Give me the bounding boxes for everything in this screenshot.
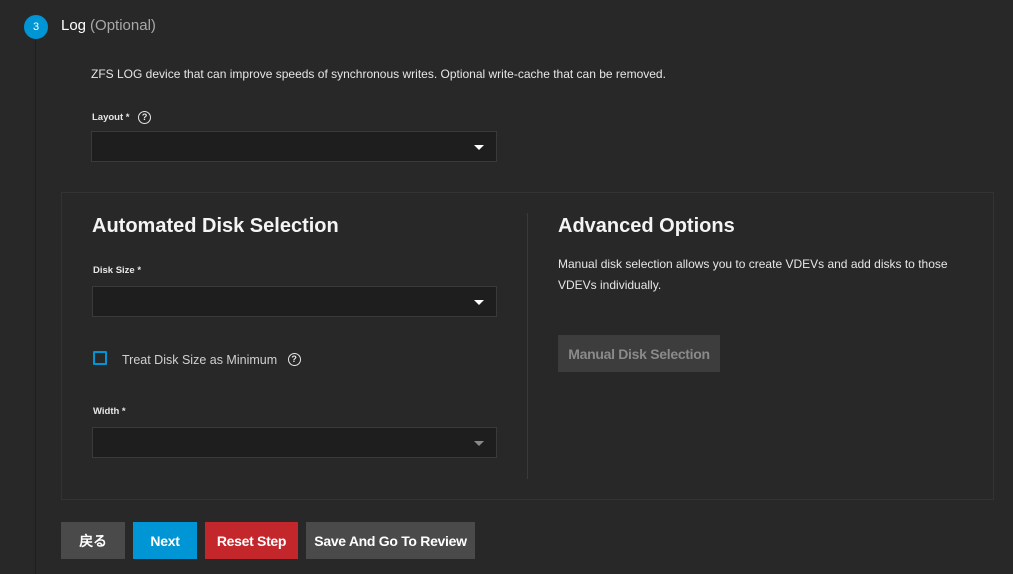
reset-step-button[interactable]: Reset Step [205, 522, 298, 559]
automated-disk-selection-heading: Automated Disk Selection [92, 215, 339, 237]
advanced-options-heading: Advanced Options [558, 215, 735, 237]
back-button[interactable]: 戻る [61, 522, 125, 559]
manual-disk-selection-button[interactable]: Manual Disk Selection [558, 335, 720, 372]
stepper-line [35, 40, 36, 574]
step-optional-label: (Optional) [90, 17, 156, 34]
help-circle-icon[interactable]: ? [287, 353, 301, 367]
width-select[interactable] [92, 427, 497, 458]
disk-size-select[interactable] [92, 286, 497, 317]
step-title: Log [61, 17, 87, 34]
chevron-down-icon [474, 441, 484, 446]
treat-disk-size-minimum-label: Treat Disk Size as Minimum [122, 353, 278, 367]
layout-label: Layout * [92, 112, 130, 124]
treat-disk-size-minimum-label-row[interactable]: Treat Disk Size as Minimum ? [122, 353, 301, 367]
chevron-down-icon [474, 300, 484, 305]
layout-select[interactable] [91, 131, 497, 162]
step-number-badge: 3 [24, 15, 48, 39]
chevron-down-icon [474, 145, 484, 150]
help-circle-icon[interactable]: ? [138, 111, 152, 124]
pool-creation-step: 3 Log (Optional) ZFS LOG device that can … [0, 0, 1013, 574]
treat-disk-size-minimum-checkbox[interactable] [93, 351, 107, 365]
save-and-go-to-review-button[interactable]: Save And Go To Review [306, 522, 475, 559]
next-button[interactable]: Next [133, 522, 197, 559]
step-description: ZFS LOG device that can improve speeds o… [91, 67, 666, 81]
step-header[interactable]: Log (Optional) [61, 17, 156, 35]
advanced-options-description: Manual disk selection allows you to crea… [558, 257, 948, 292]
layout-label-row: Layout * ? [92, 111, 152, 124]
width-label: Width * [93, 406, 126, 417]
card-divider [527, 213, 528, 479]
disk-size-label: Disk Size * [93, 265, 142, 276]
